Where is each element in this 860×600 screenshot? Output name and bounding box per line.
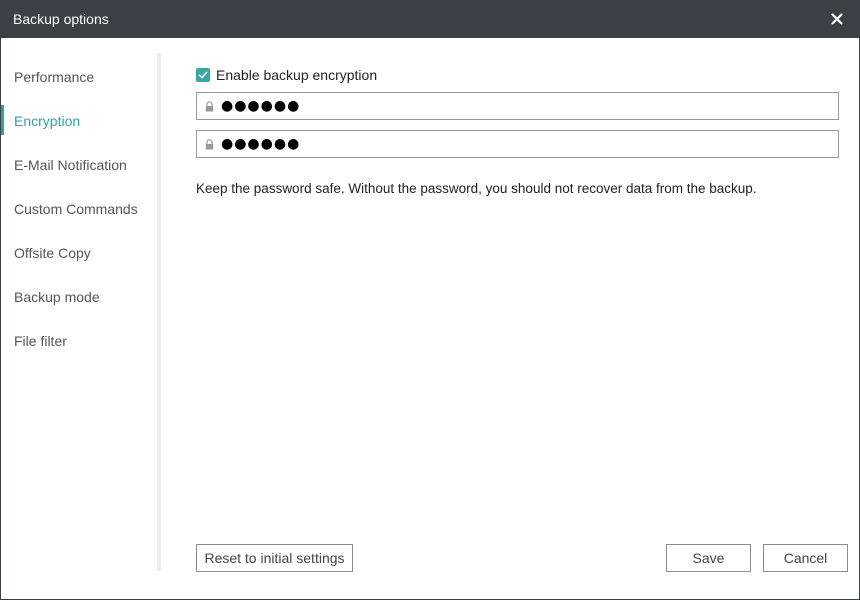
close-icon[interactable]: [825, 7, 849, 31]
sidebar-nav: Performance Encryption E-Mail Notificati…: [1, 53, 157, 571]
sidebar-item-file-filter[interactable]: File filter: [1, 317, 157, 361]
sidebar-item-backup-mode[interactable]: Backup mode: [1, 273, 157, 317]
sidebar-divider: [157, 53, 161, 571]
backup-options-window: Backup options Performance Encryption E-…: [0, 0, 860, 600]
sidebar-item-custom-commands[interactable]: Custom Commands: [1, 185, 157, 229]
confirm-password-value: ●●●●●●: [221, 136, 301, 152]
save-button[interactable]: Save: [666, 544, 751, 572]
password-field[interactable]: ●●●●●●: [196, 92, 839, 120]
lock-icon: [197, 100, 221, 112]
sidebar-item-email-notification[interactable]: E-Mail Notification: [1, 141, 157, 185]
reset-button[interactable]: Reset to initial settings: [196, 544, 353, 572]
password-hint: Keep the password safe. Without the pass…: [196, 181, 757, 196]
cancel-button[interactable]: Cancel: [763, 544, 848, 572]
title-bar: Backup options: [1, 1, 859, 38]
password-value: ●●●●●●: [221, 98, 301, 114]
window-title: Backup options: [13, 11, 109, 27]
checkmark-icon[interactable]: [196, 68, 210, 82]
lock-icon: [197, 138, 221, 150]
confirm-password-field[interactable]: ●●●●●●: [196, 130, 839, 158]
sidebar-item-offsite-copy[interactable]: Offsite Copy: [1, 229, 157, 273]
enable-encryption-checkbox[interactable]: Enable backup encryption: [196, 65, 377, 85]
sidebar-item-encryption[interactable]: Encryption: [1, 97, 157, 141]
enable-encryption-label: Enable backup encryption: [216, 67, 378, 83]
sidebar-item-performance[interactable]: Performance: [1, 53, 157, 97]
